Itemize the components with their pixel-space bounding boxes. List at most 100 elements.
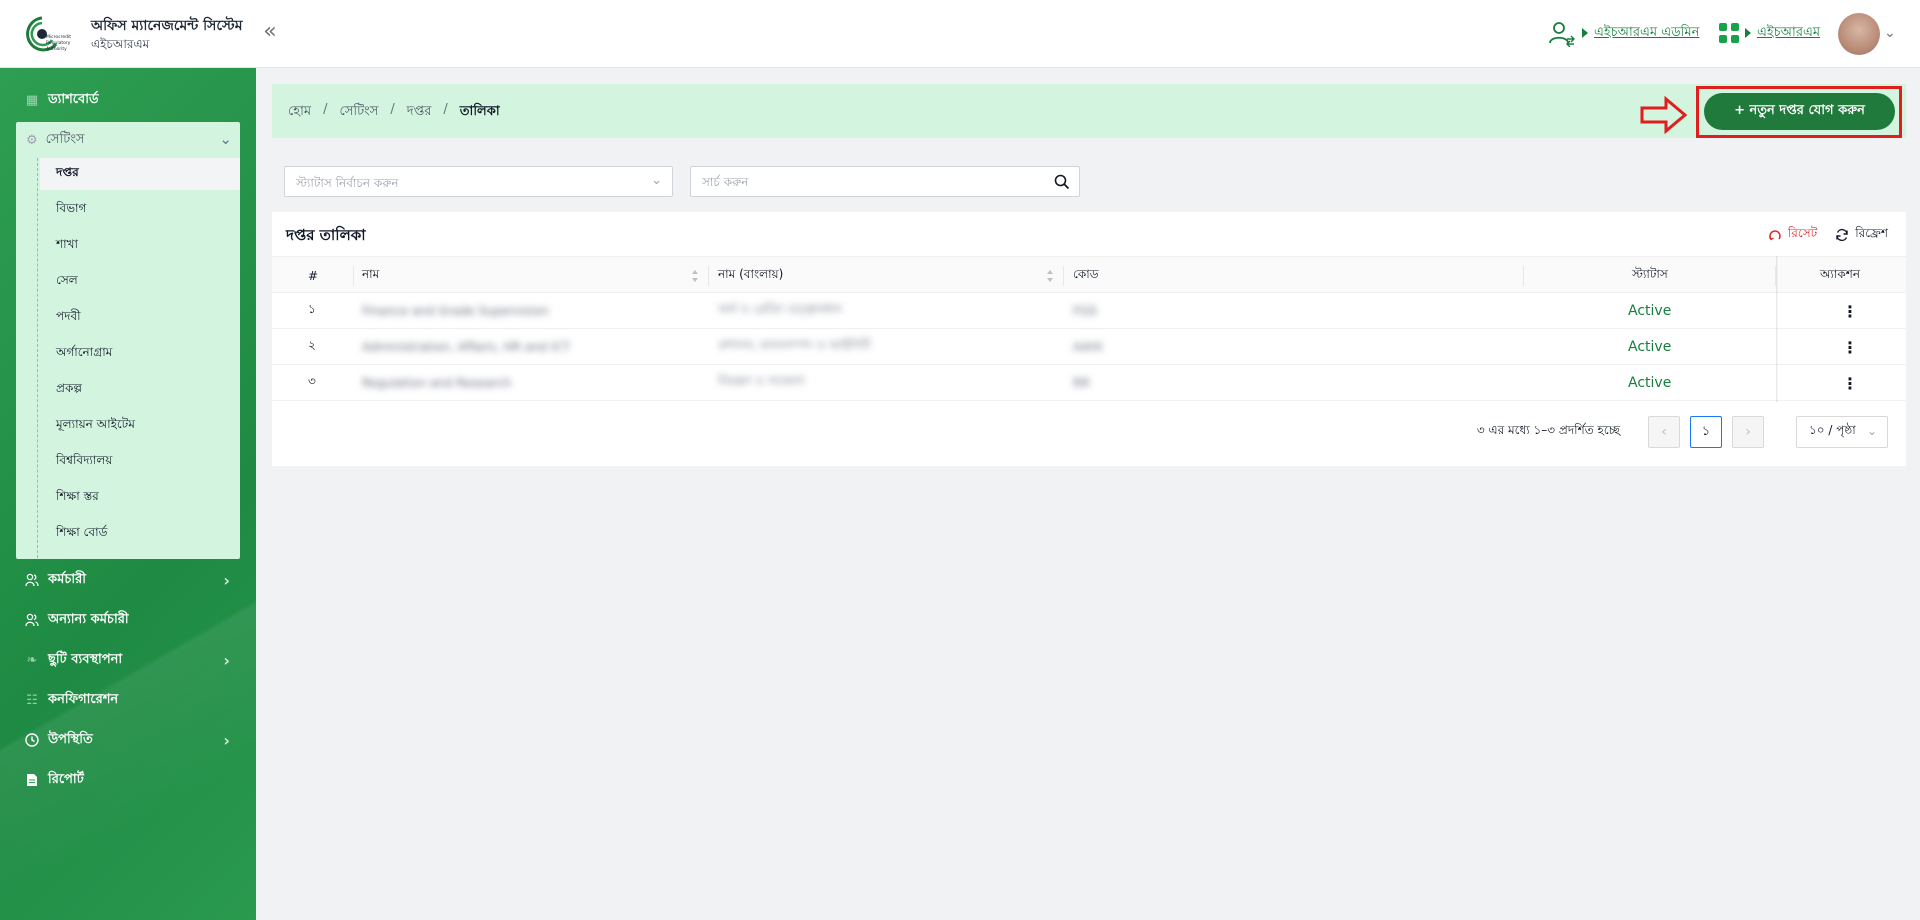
sidebar-subitem-branch[interactable]: শাখা	[40, 230, 240, 262]
search-field[interactable]	[690, 166, 1080, 197]
user-avatar[interactable]	[1838, 13, 1880, 55]
row-name-bn: নিয়ন্ত্রণ ও গবেষণা	[718, 374, 805, 388]
sidebar-item-configuration[interactable]: ☷ কনফিগারেশন	[0, 682, 256, 718]
row-index: ৩	[308, 374, 316, 388]
sort-icon[interactable]	[1046, 269, 1054, 283]
app-switcher[interactable]: এইচআরএম	[1719, 18, 1820, 48]
chevron-right-icon: ›	[223, 571, 230, 590]
column-header-name[interactable]: নাম	[362, 257, 379, 294]
sidebar-item-label: কনফিগারেশন	[48, 691, 119, 707]
sidebar-item-other-employee[interactable]: অন্যান্য কর্মচারী	[0, 602, 256, 638]
caret-right-icon	[1745, 28, 1751, 38]
breadcrumb-home[interactable]: হোম	[288, 102, 311, 123]
top-header: Microcredit Regulatory Authority অফিস ম্…	[0, 0, 1920, 68]
sidebar-item-report[interactable]: রিপোর্ট	[0, 762, 256, 798]
users-icon	[24, 612, 40, 628]
reset-button[interactable]: রিসেট	[1768, 225, 1817, 245]
sidebar-item-employee[interactable]: কর্মচারী ›	[0, 562, 256, 598]
next-page-button[interactable]: ›	[1732, 416, 1764, 448]
row-name: Regulation and Research	[362, 376, 512, 390]
column-header-name-bn[interactable]: নাম (বাংলায়)	[718, 257, 783, 294]
sidebar-item-settings[interactable]: ⚙ সেটিংস ⌄	[16, 122, 240, 158]
status-select[interactable]: স্ট্যাটাস নির্বাচন করুন ⌄	[284, 166, 673, 197]
status-badge: Active	[1628, 303, 1672, 319]
row-code: RR	[1073, 376, 1090, 390]
leaf-icon: ❧	[26, 652, 38, 668]
status-badge: Active	[1628, 339, 1672, 355]
page-number-button[interactable]: ১	[1690, 416, 1722, 448]
more-vertical-icon[interactable]: ⋮	[1840, 374, 1860, 393]
breadcrumb-settings[interactable]: সেটিংস	[339, 102, 378, 123]
column-header-status: স্ট্যাটাস	[1632, 266, 1668, 281]
reset-label: রিসেট	[1787, 226, 1818, 240]
add-office-button[interactable]: + নতুন দপ্তর যোগ করুন	[1704, 93, 1895, 130]
page-size-select[interactable]: ১০ / পৃষ্ঠা ⌄	[1796, 416, 1888, 448]
search-input[interactable]	[691, 167, 1041, 196]
sidebar-subitem-organogram[interactable]: অর্গানোগ্রাম	[40, 338, 240, 370]
row-actions[interactable]: ⋮	[1840, 329, 1860, 365]
apps-grid-icon	[1719, 23, 1739, 43]
sidebar-item-label: অন্যান্য কর্মচারী	[48, 611, 129, 627]
chevron-right-icon: ›	[1745, 424, 1751, 440]
clock-icon	[24, 732, 40, 748]
sidebar-subitem-evaluation-item[interactable]: মূল্যায়ন আইটেম	[40, 410, 240, 442]
table-title: দপ্তর তালিকা	[286, 226, 366, 244]
column-divider	[353, 266, 354, 286]
prev-page-button[interactable]: ‹	[1648, 416, 1680, 448]
logo-text-line-2: Regulatory	[46, 40, 71, 46]
sidebar-subitem-education-board[interactable]: শিক্ষা বোর্ড	[40, 518, 240, 550]
sidebar-subitem-university[interactable]: বিশ্ববিদ্যালয়	[40, 446, 240, 478]
chevron-down-icon[interactable]: ⌄	[1884, 25, 1896, 41]
role-link[interactable]: এইচআরএম এডমিন	[1594, 23, 1699, 44]
user-switch-icon	[1549, 22, 1575, 47]
document-icon	[24, 772, 40, 788]
reset-icon	[1768, 230, 1781, 241]
row-name: Finance and Grade Supervision	[362, 304, 549, 318]
sidebar-item-attendance[interactable]: উপস্থিতি ›	[0, 722, 256, 758]
sidebar-subitem-education-level[interactable]: শিক্ষা স্তর	[40, 482, 240, 514]
chevron-down-icon: ⌄	[1866, 424, 1877, 438]
more-vertical-icon[interactable]: ⋮	[1840, 302, 1860, 321]
breadcrumb: হোম / সেটিংস / দপ্তর / তালিকা	[288, 102, 500, 123]
chevron-down-icon: ⌄	[219, 130, 232, 148]
sidebar-subitem-office[interactable]: দপ্তর	[40, 158, 240, 190]
table-header: # নাম নাম (বাংলায়) কোড স্ট্যাটাস অ্যাকশ…	[272, 256, 1906, 293]
row-code: FGS	[1073, 304, 1097, 318]
refresh-button[interactable]: রিফ্রেশ	[1835, 225, 1888, 245]
role-switcher[interactable]: এইচআরএম এডমিন	[1548, 18, 1699, 48]
breadcrumb-current: তালিকা	[459, 104, 500, 119]
column-divider	[1523, 266, 1524, 286]
row-name: Administration, Affairs, HR and ICT	[362, 340, 571, 354]
sidebar-subitem-project[interactable]: প্রকল্প	[40, 374, 240, 406]
sidebar-subitem-cell[interactable]: সেল	[40, 266, 240, 298]
table-row: ২ Administration, Affairs, HR and ICT প্…	[272, 329, 1906, 365]
row-actions[interactable]: ⋮	[1840, 365, 1860, 401]
sidebar-item-label: রিপোর্ট	[48, 771, 84, 787]
breadcrumb-office[interactable]: দপ্তর	[407, 102, 432, 123]
table-actions: রিসেট রিফ্রেশ	[1768, 225, 1888, 245]
users-icon	[24, 572, 40, 588]
dashboard-icon: ▦	[25, 92, 39, 108]
column-header-action: অ্যাকশন	[1820, 266, 1861, 281]
sidebar-item-leave-management[interactable]: ❧ ছুটি ব্যবস্থাপনা ›	[0, 642, 256, 678]
row-name-bn: প্রশাসন, মানবসম্পদ ও আইসিটি	[718, 338, 871, 352]
mra-logo: Microcredit Regulatory Authority	[26, 16, 71, 52]
collapse-sidebar-icon[interactable]: «	[258, 20, 282, 46]
more-vertical-icon[interactable]: ⋮	[1840, 338, 1860, 357]
sidebar-item-label: ছুটি ব্যবস্থাপনা	[48, 651, 123, 667]
sidebar-subitem-designation[interactable]: পদবী	[40, 302, 240, 334]
page-size-value: ১০ / পৃষ্ঠা	[1809, 423, 1856, 437]
app-link[interactable]: এইচআরএম	[1757, 23, 1820, 44]
sidebar-subitem-division[interactable]: বিভাগ	[40, 194, 240, 226]
settings-gear-icon: ⚙	[26, 132, 38, 148]
breadcrumb-separator: /	[390, 102, 395, 117]
search-icon[interactable]	[1053, 173, 1071, 191]
chevron-down-icon: ⌄	[651, 173, 662, 188]
row-actions[interactable]: ⋮	[1840, 293, 1860, 329]
sidebar-item-dashboard[interactable]: ▦ ড্যাশবোর্ড	[0, 82, 256, 118]
sort-icon[interactable]	[691, 269, 699, 283]
refresh-label: রিফ্রেশ	[1855, 226, 1888, 240]
app-subtitle: এইচআরএম	[91, 37, 150, 51]
column-header-code: কোড	[1073, 266, 1099, 281]
sliders-icon: ☷	[26, 692, 38, 708]
